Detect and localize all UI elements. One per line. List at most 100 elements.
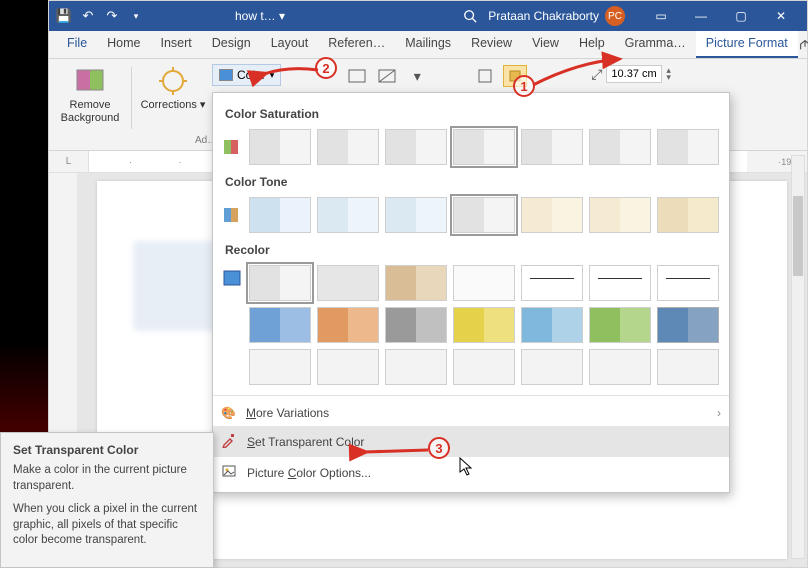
tooltip-title: Set Transparent Color <box>13 443 201 457</box>
picture-color-options-label: Picture Color Options... <box>247 466 371 480</box>
saturation-grid <box>249 129 719 165</box>
more-variations-item[interactable]: 🎨 MMore Variationsore Variations › <box>213 400 729 426</box>
share-icon[interactable] <box>798 31 808 58</box>
save-icon[interactable]: 💾 <box>55 7 73 25</box>
compress-pictures-icon[interactable]: ▾ <box>405 65 429 87</box>
maximize-button[interactable]: ▢ <box>721 1 761 31</box>
tone-thumb[interactable] <box>317 197 379 233</box>
recolor-thumb[interactable] <box>521 349 583 385</box>
tone-thumb[interactable] <box>249 197 311 233</box>
tone-thumb-selected[interactable] <box>453 197 515 233</box>
wrap-text-icon[interactable] <box>503 65 527 87</box>
chevron-down-icon: ▾ <box>270 70 275 81</box>
recolor-thumb[interactable] <box>249 349 311 385</box>
tab-help[interactable]: Help <box>569 31 615 58</box>
tab-view[interactable]: View <box>522 31 569 58</box>
color-button-label: Color <box>237 68 266 82</box>
tab-review[interactable]: Review <box>461 31 522 58</box>
tone-thumb[interactable] <box>385 197 447 233</box>
recolor-grid <box>249 265 719 385</box>
qat-customize-icon[interactable]: ▾ <box>127 7 145 25</box>
set-transparent-color-item[interactable]: Set Transparent Color Set Transparent Co… <box>213 426 729 457</box>
color-swatch-icon <box>219 69 233 81</box>
tone-grid <box>249 197 719 233</box>
recolor-thumb[interactable] <box>521 265 583 301</box>
recolor-thumb[interactable] <box>657 307 719 343</box>
saturation-thumb[interactable] <box>589 129 651 165</box>
recolor-thumb[interactable] <box>385 265 447 301</box>
saturation-thumb[interactable] <box>317 129 379 165</box>
set-transparent-color-label: Set Transparent Color <box>247 435 364 449</box>
document-title[interactable]: how t… ▾ <box>235 9 285 23</box>
saturation-thumb[interactable] <box>385 129 447 165</box>
height-input[interactable] <box>606 65 662 83</box>
more-variations-label: MMore Variationsore Variations <box>246 406 329 420</box>
tone-thumb[interactable] <box>657 197 719 233</box>
saturation-preset-icon <box>223 138 241 156</box>
search-icon[interactable] <box>462 8 478 24</box>
redo-icon[interactable]: ↷ <box>103 7 121 25</box>
tooltip-line1: Make a color in the current picture tran… <box>13 463 201 494</box>
recolor-thumb[interactable] <box>317 307 379 343</box>
saturation-thumb[interactable] <box>657 129 719 165</box>
eyedropper-icon <box>221 432 237 451</box>
picture-color-options-item[interactable]: Picture Color Options... Picture Color O… <box>213 457 729 488</box>
recolor-thumb[interactable] <box>453 307 515 343</box>
color-dropdown-panel: Color Saturation Color Tone Re <box>212 92 730 493</box>
ribbon-display-options-icon[interactable]: ▭ <box>641 1 681 31</box>
position-icon[interactable] <box>473 65 497 87</box>
tab-picture-format[interactable]: Picture Format <box>696 31 798 58</box>
transparency-icon[interactable] <box>375 65 399 87</box>
recolor-thumb[interactable] <box>317 349 379 385</box>
picture-options-icon <box>221 463 237 482</box>
recolor-thumb[interactable] <box>385 307 447 343</box>
user-name-label: Prataan Chakraborty <box>488 9 599 23</box>
recolor-thumb[interactable] <box>589 265 651 301</box>
tab-mailings[interactable]: Mailings <box>395 31 461 58</box>
vertical-scrollbar[interactable] <box>791 155 805 559</box>
recolor-thumb[interactable] <box>657 349 719 385</box>
tab-design[interactable]: Design <box>202 31 261 58</box>
corrections-label: Corrections ▾ <box>141 99 206 112</box>
saturation-thumb[interactable] <box>521 129 583 165</box>
tone-thumb[interactable] <box>589 197 651 233</box>
crop-icon[interactable]: ⤢ <box>591 66 602 83</box>
recolor-thumb[interactable] <box>385 349 447 385</box>
recolor-thumb[interactable] <box>317 265 379 301</box>
tooltip-set-transparent-color: Set Transparent Color Make a color in th… <box>0 432 214 568</box>
color-dropdown-button[interactable]: Color ▾ <box>212 64 281 86</box>
tab-insert[interactable]: Insert <box>151 31 202 58</box>
recolor-thumb[interactable] <box>249 307 311 343</box>
tab-home[interactable]: Home <box>97 31 150 58</box>
tab-grammar[interactable]: Gramma… <box>615 31 696 58</box>
saturation-thumb[interactable] <box>249 129 311 165</box>
remove-background-button[interactable]: Remove Background <box>55 63 125 124</box>
corrections-button[interactable]: Corrections ▾ <box>138 63 208 112</box>
recolor-thumb[interactable] <box>453 349 515 385</box>
close-button[interactable]: ✕ <box>761 1 801 31</box>
tab-layout[interactable]: Layout <box>261 31 319 58</box>
user-account[interactable]: Prataan Chakraborty PC <box>488 6 625 26</box>
remove-background-icon <box>74 65 106 97</box>
tab-file[interactable]: File <box>57 31 97 58</box>
recolor-thumb[interactable] <box>453 265 515 301</box>
recolor-thumb[interactable] <box>589 307 651 343</box>
remove-background-label: Remove Background <box>61 99 120 124</box>
recolor-thumb-selected[interactable] <box>249 265 311 301</box>
corrections-icon <box>157 65 189 97</box>
artistic-effects-icon[interactable] <box>345 65 369 87</box>
minimize-button[interactable]: — <box>681 1 721 31</box>
section-title-recolor: Recolor <box>225 243 719 257</box>
tab-references[interactable]: Referen… <box>318 31 395 58</box>
size-spinner-icon[interactable]: ▴▾ <box>666 67 671 81</box>
section-title-tone: Color Tone <box>225 175 719 189</box>
recolor-thumb[interactable] <box>521 307 583 343</box>
chevron-right-icon: › <box>717 406 721 420</box>
recolor-thumb[interactable] <box>657 265 719 301</box>
undo-icon[interactable]: ↶ <box>79 7 97 25</box>
saturation-thumb-selected[interactable] <box>453 129 515 165</box>
palette-icon: 🎨 <box>221 406 236 420</box>
ruler-corner: L <box>49 151 89 172</box>
tone-thumb[interactable] <box>521 197 583 233</box>
recolor-thumb[interactable] <box>589 349 651 385</box>
